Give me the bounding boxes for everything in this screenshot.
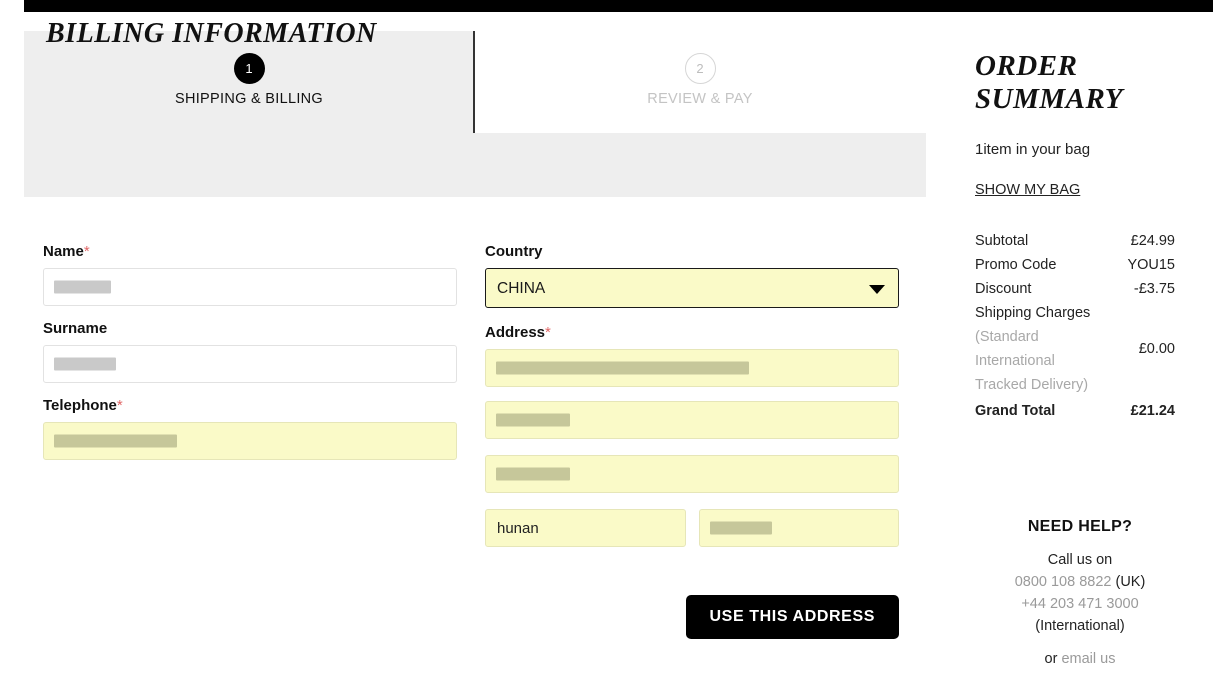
summary-row-shipping: Shipping Charges (Standard International…	[975, 301, 1175, 397]
surname-input[interactable]	[43, 345, 457, 383]
country-select[interactable]: CHINA	[485, 268, 899, 308]
city-field-wrapper	[485, 509, 686, 547]
step-tab-review-pay[interactable]: 2 REVIEW & PAY	[474, 31, 926, 133]
address-line2-wrapper	[485, 401, 899, 439]
shipping-charges-value: £0.00	[1138, 341, 1175, 357]
bag-item-count: 1item in your bag	[975, 141, 1091, 158]
address-line1-wrapper	[485, 349, 899, 387]
billing-form-left-column: Name* Surname Telephone*	[43, 243, 457, 460]
city-input[interactable]	[485, 509, 686, 547]
name-label-text: Name	[43, 243, 84, 260]
grand-total-label: Grand Total	[975, 403, 1056, 419]
top-black-bar	[24, 0, 1213, 12]
use-this-address-button[interactable]: USE THIS ADDRESS	[685, 595, 899, 639]
billing-form-right-column: Country CHINA Address*	[485, 243, 899, 547]
show-my-bag-link[interactable]: SHOW MY BAG	[975, 182, 1080, 198]
promo-code-label: Promo Code	[975, 257, 1057, 273]
summary-row-promo-code: Promo Code YOU15	[975, 253, 1175, 277]
phone-uk-row: 0800 108 8822 (UK)	[960, 571, 1200, 593]
name-required-asterisk: *	[83, 243, 90, 260]
summary-row-subtotal: Subtotal £24.99	[975, 229, 1175, 253]
address-label: Address*	[485, 324, 899, 341]
address-required-asterisk: *	[545, 324, 551, 341]
phone-international-link[interactable]: +44 203 471 3000	[1021, 596, 1138, 612]
telephone-input[interactable]	[43, 422, 457, 460]
telephone-label-text: Telephone	[43, 397, 117, 414]
address-line3-input[interactable]	[485, 455, 899, 493]
need-help-title: NEED HELP?	[1027, 518, 1133, 535]
postcode-field-wrapper	[698, 509, 899, 547]
grand-total-value: £21.24	[1130, 403, 1175, 419]
country-label: Country	[485, 243, 543, 260]
summary-row-discount: Discount -£3.75	[975, 277, 1175, 301]
billing-information-title: BILLING INFORMATION	[46, 18, 377, 49]
order-totals: Subtotal £24.99 Promo Code YOU15 Discoun…	[975, 229, 1175, 423]
submit-row: USE THIS ADDRESS	[485, 595, 899, 639]
surname-field-wrapper	[43, 345, 457, 383]
promo-code-value: YOU15	[1127, 257, 1175, 273]
country-select-wrapper: CHINA	[485, 268, 899, 308]
address-line2-input[interactable]	[485, 401, 899, 439]
step-2-number: 2	[696, 61, 704, 76]
postcode-input[interactable]	[698, 509, 899, 547]
billing-information-band	[24, 133, 926, 197]
address-label-text: Address	[485, 324, 546, 341]
call-us-on-text: Call us on	[1047, 552, 1113, 568]
summary-row-grand-total: Grand Total £21.24	[975, 399, 1175, 423]
address-line3-wrapper	[485, 455, 899, 493]
subtotal-value: £24.99	[1130, 233, 1175, 249]
step-1-label: SHIPPING & BILLING	[174, 91, 324, 107]
phone-uk-suffix: (UK)	[1115, 574, 1146, 590]
step-1-number-badge: 1	[233, 53, 265, 84]
phone-uk-link[interactable]: 0800 108 8822	[1015, 574, 1112, 590]
shipping-charges-label: Shipping Charges	[975, 305, 1091, 321]
phone-intl-row: +44 203 471 3000	[960, 593, 1200, 615]
discount-value: -£3.75	[1133, 281, 1175, 297]
surname-label: Surname	[43, 320, 457, 337]
step-1-number: 1	[245, 61, 253, 76]
name-label: Name*	[43, 243, 457, 260]
shipping-charges-detail: (Standard International Tracked Delivery…	[975, 329, 1089, 393]
need-help-section: NEED HELP? Call us on 0800 108 8822 (UK)…	[960, 518, 1200, 667]
surname-label-text: Surname	[43, 320, 108, 337]
or-text: or	[1044, 651, 1062, 667]
step-2-number-badge: 2	[684, 53, 716, 84]
email-us-link[interactable]: email us	[1061, 651, 1115, 667]
phone-intl-suffix: (International)	[1035, 618, 1125, 634]
discount-label: Discount	[975, 281, 1032, 297]
need-help-body: Call us on 0800 108 8822 (UK) +44 203 47…	[960, 549, 1200, 637]
telephone-required-asterisk: *	[116, 397, 123, 414]
name-input[interactable]	[43, 268, 457, 306]
name-field-wrapper	[43, 268, 457, 306]
step-divider	[473, 31, 475, 133]
telephone-label: Telephone*	[43, 397, 457, 414]
address-line1-input[interactable]	[485, 349, 899, 387]
order-summary-title: ORDER SUMMARY	[975, 50, 1124, 115]
city-postcode-row	[485, 509, 899, 547]
telephone-field-wrapper	[43, 422, 457, 460]
subtotal-label: Subtotal	[975, 233, 1029, 249]
order-summary: ORDER SUMMARY 1item in your bag SHOW MY …	[975, 50, 1190, 423]
step-2-label: REVIEW & PAY	[647, 91, 753, 107]
email-us-row: or email us	[960, 651, 1200, 667]
